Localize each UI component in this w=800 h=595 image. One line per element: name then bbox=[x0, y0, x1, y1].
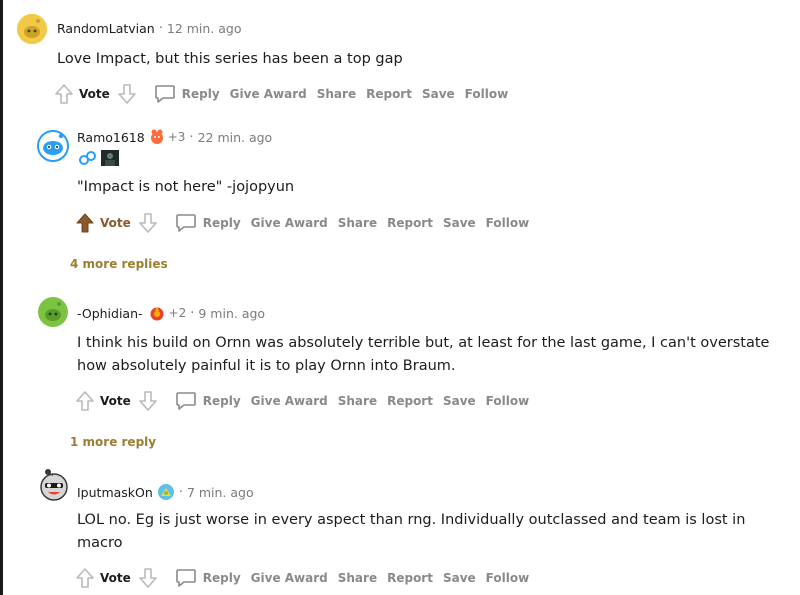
separator: · bbox=[190, 305, 195, 321]
downvote-icon[interactable] bbox=[116, 82, 138, 106]
comment-line: LOL no. Eg is just worse in every aspect… bbox=[77, 512, 746, 528]
downvote-icon[interactable] bbox=[137, 211, 159, 235]
snoo-icon bbox=[40, 469, 68, 501]
report-button[interactable]: Report bbox=[387, 571, 433, 585]
give-award-button[interactable]: Give Award bbox=[251, 216, 328, 230]
share-button[interactable]: Share bbox=[338, 216, 377, 230]
report-button[interactable]: Report bbox=[387, 216, 433, 230]
award-count: +3 bbox=[167, 130, 186, 144]
award-count: +2 bbox=[168, 306, 187, 320]
vote-label: Vote bbox=[100, 216, 131, 230]
report-button[interactable]: Report bbox=[387, 394, 433, 408]
reply-label: Reply bbox=[202, 394, 241, 408]
comment-actions: Vote Reply Give Award Share Report Save … bbox=[74, 389, 529, 413]
comment-line: how absolutely painful it is to play Orn… bbox=[77, 358, 456, 374]
give-award-button[interactable]: Give Award bbox=[251, 394, 328, 408]
player-portrait-icon bbox=[101, 150, 119, 166]
save-button[interactable]: Save bbox=[422, 87, 455, 101]
username[interactable]: RandomLatvian bbox=[57, 21, 155, 36]
give-award-button[interactable]: Give Award bbox=[251, 571, 328, 585]
comment-line: "Impact is not here" -jojopyun bbox=[77, 179, 295, 195]
snoo-icon bbox=[38, 297, 68, 327]
comment-body: "Impact is not here" -jojopyun bbox=[77, 176, 294, 199]
award-icon bbox=[157, 483, 175, 501]
reply-label: Reply bbox=[202, 571, 241, 585]
comment-bubble-icon bbox=[175, 392, 196, 410]
follow-button[interactable]: Follow bbox=[486, 216, 530, 230]
comment-line: I think his build on Ornn was absolutely… bbox=[77, 335, 770, 351]
give-award-button[interactable]: Give Award bbox=[230, 87, 307, 101]
upvote-icon[interactable] bbox=[74, 389, 96, 413]
avatar[interactable] bbox=[38, 467, 70, 505]
upvote-icon[interactable] bbox=[74, 211, 96, 235]
username[interactable]: -Ophidian- bbox=[77, 306, 143, 321]
report-button[interactable]: Report bbox=[366, 87, 412, 101]
timestamp[interactable]: 22 min. ago bbox=[198, 130, 273, 145]
username[interactable]: IputmaskOn bbox=[77, 485, 153, 500]
follow-button[interactable]: Follow bbox=[486, 571, 530, 585]
reply-button[interactable]: Reply bbox=[175, 213, 241, 233]
vote-label: Vote bbox=[100, 571, 131, 585]
comment-line: Love Impact, but this series has been a … bbox=[57, 51, 403, 67]
share-button[interactable]: Share bbox=[317, 87, 356, 101]
follow-button[interactable]: Follow bbox=[486, 394, 530, 408]
award-icon bbox=[149, 305, 165, 321]
comment-body: LOL no. Eg is just worse in every aspect… bbox=[77, 509, 745, 555]
avatar[interactable] bbox=[38, 297, 68, 327]
upvote-icon[interactable] bbox=[74, 566, 96, 590]
save-button[interactable]: Save bbox=[443, 571, 476, 585]
share-button[interactable]: Share bbox=[338, 571, 377, 585]
save-button[interactable]: Save bbox=[443, 394, 476, 408]
snoo-icon bbox=[17, 14, 47, 44]
award-icon bbox=[150, 129, 164, 145]
reply-button[interactable]: Reply bbox=[175, 568, 241, 588]
timestamp[interactable]: 12 min. ago bbox=[167, 21, 242, 36]
user-flair bbox=[79, 150, 119, 166]
reply-button[interactable]: Reply bbox=[175, 391, 241, 411]
comment-body: I think his build on Ornn was absolutely… bbox=[77, 332, 769, 378]
downvote-icon[interactable] bbox=[137, 566, 159, 590]
snoo-icon bbox=[37, 130, 69, 162]
cloud9-logo-icon bbox=[79, 151, 96, 165]
comment-bubble-icon bbox=[175, 214, 196, 232]
comment-actions: Vote Reply Give Award Share Report Save … bbox=[53, 82, 508, 106]
share-button[interactable]: Share bbox=[338, 394, 377, 408]
avatar[interactable] bbox=[37, 130, 69, 162]
comment-actions: Vote Reply Give Award Share Report Save … bbox=[74, 566, 529, 590]
username[interactable]: Ramo1618 bbox=[77, 130, 145, 145]
more-replies-link[interactable]: 1 more reply bbox=[70, 435, 156, 449]
reply-label: Reply bbox=[202, 216, 241, 230]
separator: · bbox=[189, 129, 194, 145]
save-button[interactable]: Save bbox=[443, 216, 476, 230]
comment-bubble-icon bbox=[154, 85, 175, 103]
comment-bubble-icon bbox=[175, 569, 196, 587]
vote-label: Vote bbox=[100, 394, 131, 408]
separator: · bbox=[178, 484, 183, 500]
timestamp[interactable]: 9 min. ago bbox=[198, 306, 265, 321]
comment-line: macro bbox=[77, 535, 123, 551]
window-left-edge bbox=[0, 0, 3, 595]
upvote-icon[interactable] bbox=[53, 82, 75, 106]
downvote-icon[interactable] bbox=[137, 389, 159, 413]
comment-actions: Vote Reply Give Award Share Report Save … bbox=[74, 211, 529, 235]
follow-button[interactable]: Follow bbox=[465, 87, 509, 101]
more-replies-link[interactable]: 4 more replies bbox=[70, 257, 168, 271]
reply-label: Reply bbox=[181, 87, 220, 101]
avatar[interactable] bbox=[17, 14, 47, 44]
separator: · bbox=[158, 21, 163, 36]
comment-body: Love Impact, but this series has been a … bbox=[57, 48, 403, 71]
timestamp[interactable]: 7 min. ago bbox=[187, 485, 254, 500]
vote-label: Vote bbox=[79, 87, 110, 101]
reply-button[interactable]: Reply bbox=[154, 84, 220, 104]
